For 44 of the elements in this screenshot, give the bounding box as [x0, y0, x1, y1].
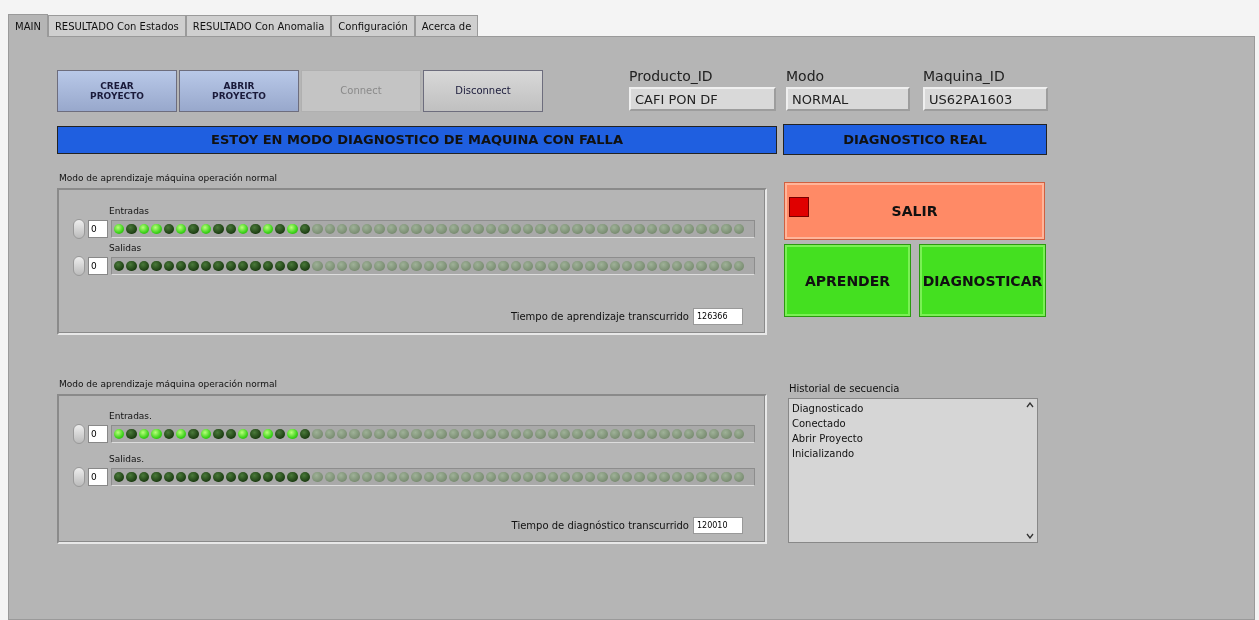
spinner-control[interactable] — [73, 424, 85, 444]
tab[interactable]: MAIN — [8, 14, 48, 37]
project-button[interactable]: ABRIR PROYECTO — [179, 70, 299, 112]
spinner-control[interactable] — [73, 256, 85, 276]
mode-banner: DIAGNOSTICO REAL — [783, 124, 1047, 155]
section-title: Modo de aprendizaje máquina operación normal — [59, 379, 279, 389]
value-field: NORMAL — [786, 87, 910, 111]
history-item: Abrir Proyecto — [792, 432, 864, 446]
tab[interactable]: RESULTADO Con Estados — [47, 15, 186, 36]
index-field[interactable]: 0 — [88, 468, 108, 486]
index-field[interactable]: 0 — [88, 425, 108, 443]
field-label: Producto_ID — [629, 68, 714, 84]
time-value: 126366 — [693, 308, 743, 325]
tab[interactable]: RESULTADO Con Anomalia — [185, 15, 332, 36]
exit-button[interactable]: SALIR — [784, 182, 1045, 240]
history-item: Inicializando — [792, 447, 856, 461]
history-label: Historial de secuencia — [789, 383, 901, 394]
history-item: Diagnosticado — [792, 402, 865, 416]
array-label: Salidas — [109, 243, 143, 253]
section-title: Modo de aprendizaje máquina operación normal — [59, 173, 279, 183]
scroll-up-icon[interactable] — [1026, 402, 1034, 408]
time-value: 120010 — [693, 517, 743, 534]
project-button[interactable]: CREAR PROYECTO — [57, 70, 177, 112]
field-label: Modo — [786, 68, 826, 84]
time-label: Tiempo de aprendizaje transcurrido — [510, 311, 689, 322]
status-banner: ESTOY EN MODO DIAGNOSTICO DE MAQUINA CON FALLA — [57, 125, 777, 154]
spinner-control[interactable] — [73, 467, 85, 487]
array-label: Entradas — [109, 206, 151, 216]
connection-button[interactable]: Disconnect — [423, 70, 543, 112]
array-label: Entradas. — [109, 411, 153, 421]
action-button[interactable]: DIAGNOSTICAR — [919, 244, 1046, 317]
tab[interactable]: Configuración — [331, 15, 415, 36]
scroll-down-icon[interactable] — [1026, 533, 1034, 539]
array-label: Salidas. — [109, 454, 145, 464]
index-field[interactable]: 0 — [88, 220, 108, 238]
index-field[interactable]: 0 — [88, 257, 108, 275]
history-item: Conectado — [792, 417, 847, 431]
value-field: US62PA1603 — [923, 87, 1048, 111]
spinner-control[interactable] — [73, 219, 85, 239]
value-field: CAFI PON DF — [629, 87, 776, 111]
tab[interactable]: Acerca de — [414, 15, 479, 36]
time-label: Tiempo de diagnóstico transcurrido — [511, 520, 689, 531]
field-label: Maquina_ID — [923, 68, 1006, 84]
action-button[interactable]: APRENDER — [784, 244, 911, 317]
